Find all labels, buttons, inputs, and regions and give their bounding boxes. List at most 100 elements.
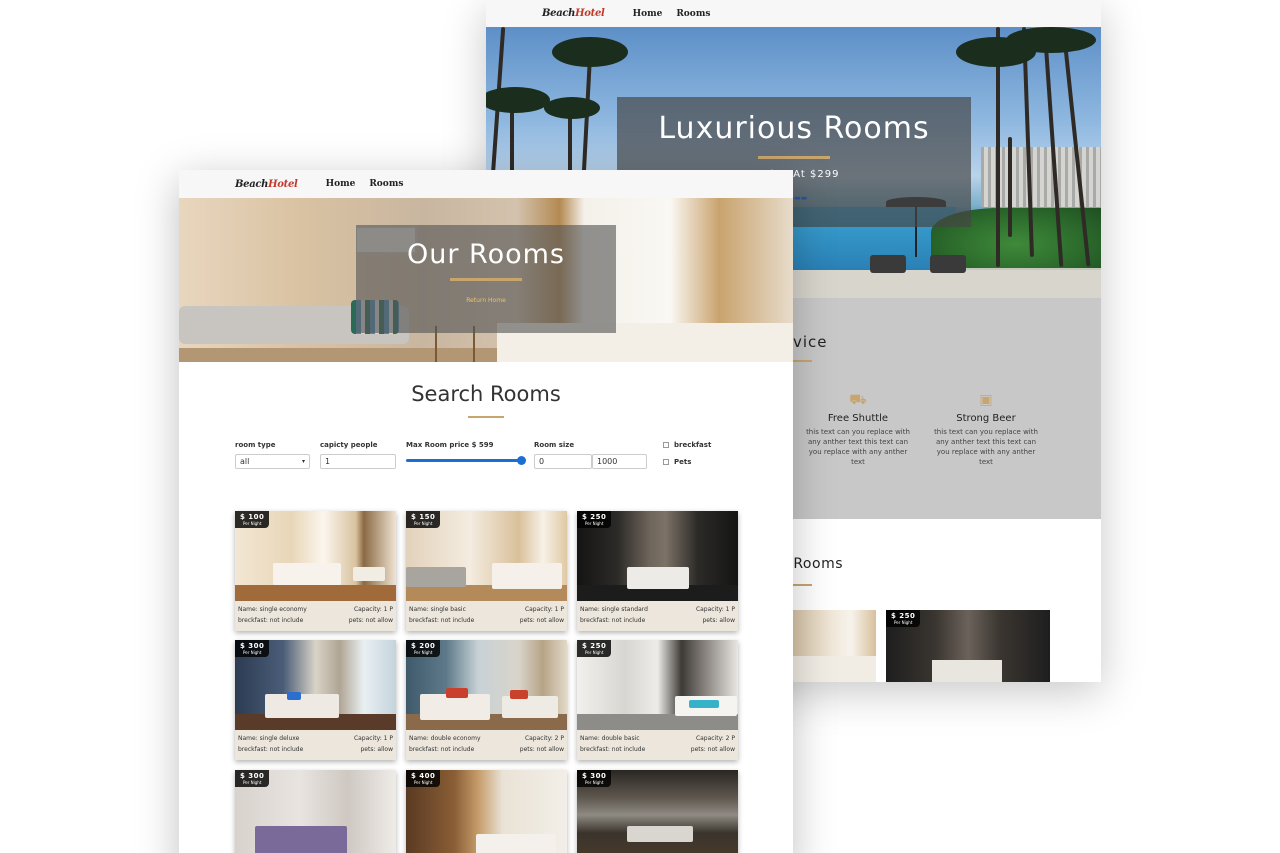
- room-floor: [577, 714, 738, 730]
- logo-part1: Beach: [542, 8, 576, 19]
- room-pets: pets: allow: [360, 746, 394, 753]
- room-image: $ 150 Per Night: [406, 511, 567, 601]
- price-text: $ 250: [582, 513, 607, 521]
- back-nav-rooms[interactable]: Rooms: [676, 9, 710, 19]
- front-nav-rooms[interactable]: Rooms: [369, 179, 403, 189]
- price-text: $ 400: [411, 772, 436, 780]
- search-underline: [468, 416, 504, 418]
- room-info: Name: single standard Capacity: 1 P breck…: [577, 602, 738, 628]
- info-row: breckfast: not include pets: not allow: [580, 744, 735, 755]
- services-title: vice: [793, 333, 828, 351]
- price-text: $ 200: [411, 642, 436, 650]
- title-underline: [758, 156, 830, 159]
- info-row: Name: single economy Capacity: 1 P: [238, 604, 393, 615]
- per-night-text: Per Night: [414, 650, 433, 655]
- room-card[interactable]: $ 250 Per Night Name: single standard Capa…: [577, 511, 738, 631]
- service-item: ▣ Strong Beer this text can you replace …: [934, 393, 1038, 467]
- lounger: [870, 255, 906, 273]
- room-type-value: all: [240, 457, 250, 466]
- room-card[interactable]: $ 300 Per Night Name: single deluxe Capaci…: [235, 640, 396, 760]
- room-capacity: Capacity: 1 P: [524, 606, 564, 613]
- room-capacity: Capacity: 1 P: [695, 606, 735, 613]
- per-night-text: Per Night: [243, 780, 262, 785]
- back-hero-title: Luxurious Rooms: [658, 111, 930, 146]
- price-badge: $ 200 Per Night: [406, 640, 441, 657]
- extras-group: breckfast Pets: [663, 441, 711, 475]
- room-image: $ 300 Per Night: [577, 770, 738, 853]
- price-badge: $ 300 Per Night: [235, 770, 270, 787]
- room-image: $ 300 Per Night: [235, 770, 396, 853]
- price-badge: $ 400 Per Night: [406, 770, 441, 787]
- back-nav-home[interactable]: Home: [633, 9, 663, 19]
- room-bed: [492, 563, 562, 589]
- price-slider-thumb[interactable]: [517, 456, 526, 465]
- room-info: Name: single economy Capacity: 1 P breckf…: [235, 602, 396, 628]
- capacity-input[interactable]: 1: [320, 454, 396, 469]
- room-type-select[interactable]: all ▾: [235, 454, 310, 469]
- room-card[interactable]: $ 200 Per Night Name: double economy Capac…: [406, 640, 567, 760]
- per-night-text: Per Night: [585, 650, 604, 655]
- per-night-text: Per Night: [894, 620, 913, 625]
- price-text: $ 300: [240, 642, 265, 650]
- beer-icon: ▣: [979, 392, 993, 408]
- price-slider[interactable]: [406, 456, 526, 465]
- room-card[interactable]: $ 100 Per Night Name: single economy Capac…: [235, 511, 396, 631]
- room-info: Name: double basic Capacity: 2 P breckfas…: [577, 731, 738, 757]
- room-image: $ 250 Per Night: [577, 511, 738, 601]
- info-row: Name: single deluxe Capacity: 1 P: [238, 733, 393, 744]
- service-name: Strong Beer: [956, 413, 1016, 424]
- size-min-input[interactable]: 0: [534, 454, 592, 469]
- room-card[interactable]: $ 300 Per Night: [235, 770, 396, 853]
- search-rooms-title: Search Rooms: [411, 382, 561, 406]
- breakfast-option[interactable]: breckfast: [663, 441, 711, 449]
- info-row: breckfast: not include pets: allow: [238, 744, 393, 755]
- room-pets: pets: not allow: [519, 617, 564, 624]
- capacity-label: capicty people: [320, 441, 378, 449]
- room-pets: pets: not allow: [348, 617, 393, 624]
- front-navbar: BeachHotel Home Rooms: [179, 170, 793, 198]
- room-pets: pets: not allow: [519, 746, 564, 753]
- room-capacity: Capacity: 1 P: [353, 735, 393, 742]
- front-logo[interactable]: BeachHotel: [235, 179, 298, 190]
- room-bed: [627, 567, 689, 589]
- room-card[interactable]: $ 300 Per Night: [577, 770, 738, 853]
- room-name: Name: single economy: [238, 606, 307, 613]
- price-text: $ 150: [411, 513, 436, 521]
- return-home-button[interactable]: Return Home: [356, 297, 616, 304]
- size-group: Room size 0 1000: [534, 441, 647, 469]
- room-card[interactable]: $ 250 Per Night Name: double basic Capacit…: [577, 640, 738, 760]
- per-night-text: Per Night: [585, 780, 604, 785]
- back-navbar: BeachHotel Home Rooms: [486, 0, 1101, 27]
- featured-room-card[interactable]: $ 250 Per Night: [886, 610, 1050, 682]
- front-hero-title: Our Rooms: [406, 239, 565, 270]
- room-image: $ 400 Per Night: [406, 770, 567, 853]
- room-type-group: room type all ▾: [235, 441, 310, 469]
- room-name: Name: single deluxe: [238, 735, 300, 742]
- size-max-input[interactable]: 1000: [592, 454, 647, 469]
- room-bed: [273, 563, 341, 585]
- per-night-text: Per Night: [243, 650, 262, 655]
- service-name: Free Shuttle: [827, 413, 889, 424]
- pets-label: Pets: [674, 458, 692, 466]
- room-pets: pets: allow: [702, 617, 736, 624]
- pets-option[interactable]: Pets: [663, 458, 711, 466]
- capacity-value: 1: [325, 457, 331, 466]
- room-bed: [476, 834, 556, 853]
- room-card[interactable]: $ 400 Per Night: [406, 770, 567, 853]
- pets-checkbox[interactable]: [663, 459, 669, 465]
- room-card[interactable]: $ 150 Per Night Name: single basic Capacit…: [406, 511, 567, 631]
- front-page-window: BeachHotel Home Rooms Our Rooms Return H…: [179, 170, 793, 853]
- bed-runner: [689, 700, 719, 708]
- lounger: [930, 255, 966, 273]
- room-image: $ 250 Per Night: [577, 640, 738, 730]
- room-type-label: room type: [235, 441, 276, 449]
- breakfast-checkbox[interactable]: [663, 442, 669, 448]
- per-night-text: Per Night: [243, 521, 262, 526]
- palm-tree: [1008, 137, 1012, 237]
- back-logo[interactable]: BeachHotel: [542, 8, 605, 19]
- room-capacity: Capacity: 1 P: [353, 606, 393, 613]
- per-night-text: Per Night: [414, 521, 433, 526]
- featured-room-card[interactable]: [793, 610, 876, 682]
- front-nav-home[interactable]: Home: [326, 179, 356, 189]
- front-hero-image: Our Rooms Return Home: [179, 198, 793, 362]
